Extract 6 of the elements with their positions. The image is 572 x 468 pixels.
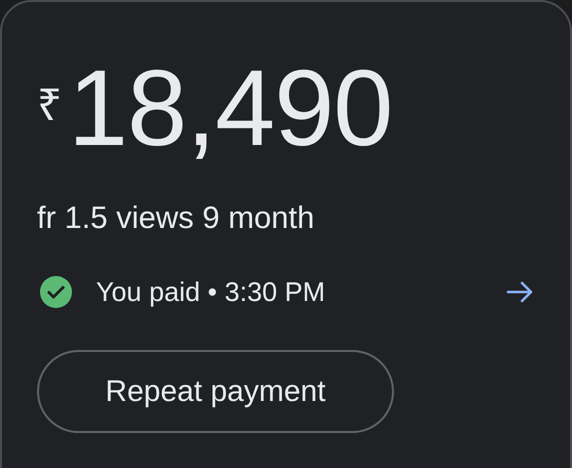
repeat-payment-button[interactable]: Repeat payment [37, 350, 394, 433]
currency-symbol: ₹ [37, 84, 62, 128]
payment-note: fr 1.5 views 9 month [37, 202, 316, 233]
arrow-right-icon[interactable] [506, 281, 534, 303]
amount: 18,490 [68, 54, 392, 162]
payment-status: You paid • 3:30 PM [96, 278, 326, 306]
